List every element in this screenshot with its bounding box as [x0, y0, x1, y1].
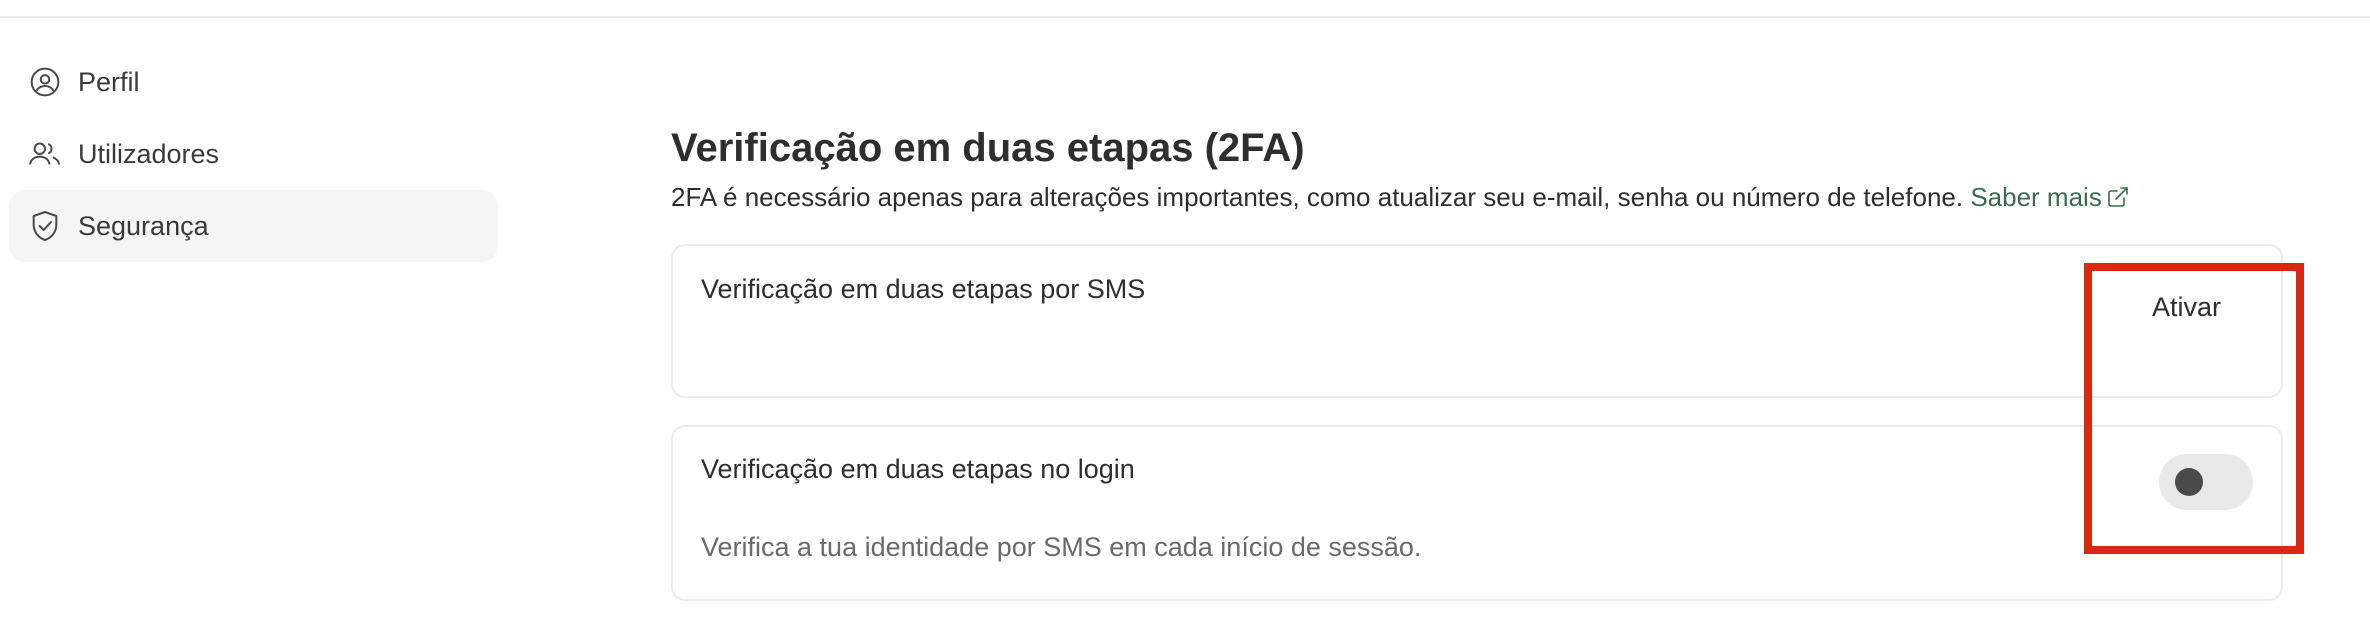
learn-more-label: Saber mais	[1970, 182, 2102, 212]
sidebar-item-users[interactable]: Utilizadores	[9, 118, 498, 190]
sidebar-item-security[interactable]: Segurança	[9, 190, 498, 262]
login-2fa-title: Verificação em duas etapas no login	[701, 454, 1135, 484]
main-content: Verificação em duas etapas (2FA) 2FA é n…	[671, 120, 2285, 601]
external-link-icon	[2106, 181, 2130, 219]
sms-2fa-card: Verificação em duas etapas por SMS Ativa…	[671, 244, 2283, 398]
sidebar-item-profile[interactable]: Perfil	[9, 46, 498, 118]
learn-more-link[interactable]: Saber mais	[1970, 182, 2130, 212]
sidebar-item-label: Segurança	[78, 210, 209, 241]
login-2fa-card: Verificação em duas etapas no login Veri…	[671, 425, 2283, 601]
description-text: 2FA é necessário apenas para alterações …	[671, 182, 1964, 212]
sms-2fa-title: Verificação em duas etapas por SMS	[701, 274, 1146, 304]
section-title: Verificação em duas etapas (2FA)	[671, 126, 1305, 170]
settings-page: Perfil Utilizadores Segurança Verificaçã…	[0, 0, 2370, 640]
highlight-annotation	[2084, 263, 2304, 554]
sidebar-item-label: Utilizadores	[78, 138, 220, 169]
login-2fa-description: Verifica a tua identidade por SMS em cad…	[701, 532, 1422, 562]
user-circle-icon	[27, 64, 63, 100]
section-description: 2FA é necessário apenas para alterações …	[671, 178, 2285, 219]
users-icon	[27, 136, 63, 172]
top-divider	[0, 16, 2370, 18]
sidebar: Perfil Utilizadores Segurança	[9, 46, 498, 262]
sidebar-item-label: Perfil	[78, 66, 140, 97]
shield-check-icon	[27, 208, 63, 244]
